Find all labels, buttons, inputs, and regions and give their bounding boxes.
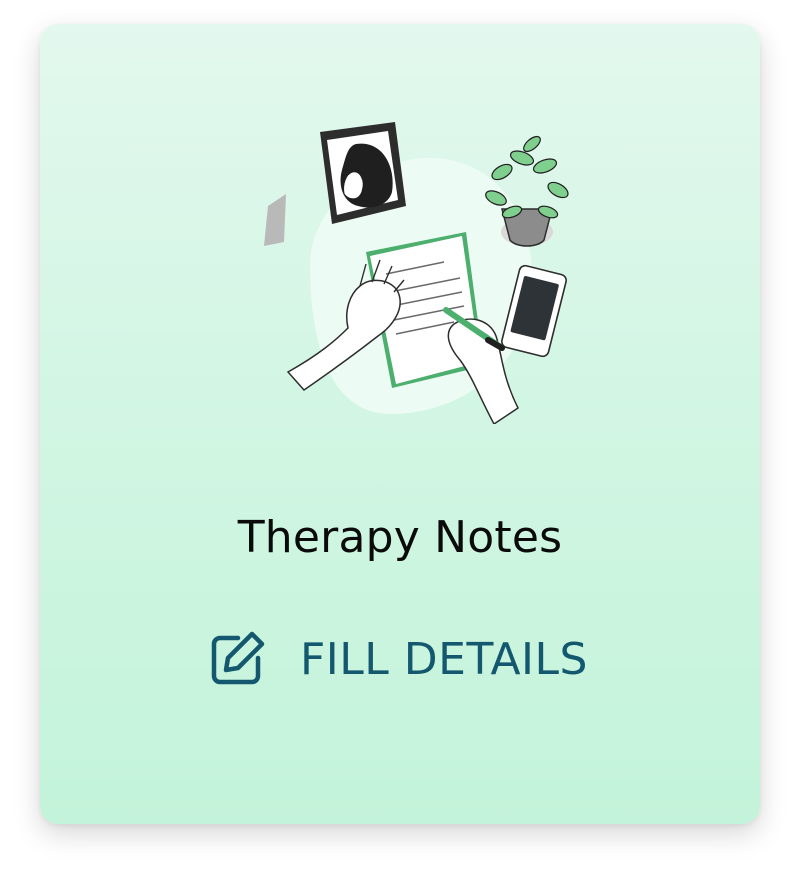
therapy-notes-card[interactable]: Therapy Notes FILL DETAILS xyxy=(40,24,760,824)
edit-icon xyxy=(211,631,265,685)
fill-details-label: FILL DETAILS xyxy=(300,633,588,685)
therapy-notes-illustration xyxy=(264,122,569,424)
card-title: Therapy Notes xyxy=(237,512,563,563)
fill-details-button[interactable]: FILL DETAILS xyxy=(208,624,592,694)
